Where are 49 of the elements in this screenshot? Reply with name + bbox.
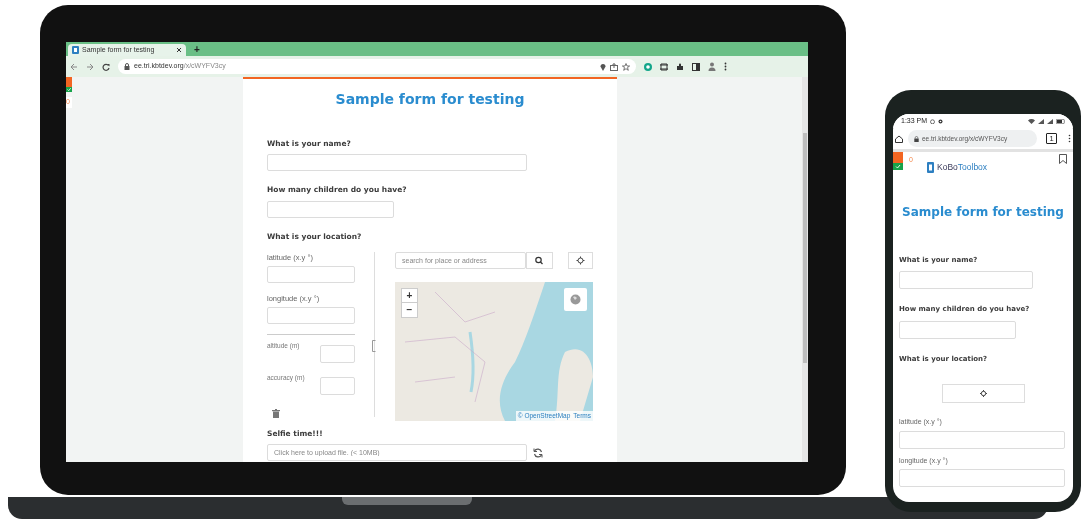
altitude-input[interactable] <box>320 345 355 364</box>
form-title: Sample form for testing <box>334 90 526 109</box>
forward-arrow-icon[interactable] <box>86 62 94 71</box>
form-title: Sample form for testing <box>901 203 1065 221</box>
number-input[interactable] <box>899 320 1016 339</box>
accuracy-input[interactable] <box>320 377 355 396</box>
gear-icon <box>938 118 944 124</box>
latitude-input[interactable] <box>899 430 1065 449</box>
number-input[interactable] <box>267 200 394 218</box>
home-icon[interactable] <box>895 134 903 143</box>
refresh-icon[interactable] <box>533 447 543 458</box>
longitude-input[interactable] <box>899 469 1065 488</box>
trash-icon[interactable] <box>272 409 280 419</box>
toolbar-badge-tile <box>66 77 72 87</box>
logo-icon <box>927 161 934 173</box>
page-icon <box>72 46 79 54</box>
bookmark-icon[interactable] <box>1059 154 1067 164</box>
longitude-input[interactable] <box>267 307 355 325</box>
scrollbar-thumb[interactable] <box>803 133 807 363</box>
check-icon <box>66 87 72 92</box>
toolbar-badge-tile <box>893 152 903 163</box>
battery-icon <box>1056 118 1065 124</box>
latitude-input[interactable] <box>267 266 355 283</box>
text-input[interactable] <box>899 271 1033 290</box>
share-icon[interactable] <box>610 62 618 71</box>
frame-icon[interactable] <box>660 62 668 71</box>
extension-circle-icon[interactable] <box>644 62 652 71</box>
star-icon[interactable] <box>622 62 630 71</box>
back-arrow-icon[interactable] <box>70 62 78 71</box>
new-tab-button[interactable]: + <box>194 44 200 56</box>
map-pin-icon[interactable] <box>600 62 606 71</box>
search-icon[interactable] <box>526 251 553 269</box>
text-input[interactable] <box>267 154 527 172</box>
sidebar-icon[interactable] <box>692 62 700 71</box>
logo-text: KoBoToolbox <box>937 161 988 174</box>
alarm-icon <box>930 118 936 124</box>
close-icon[interactable] <box>176 47 182 53</box>
menu-icon[interactable] <box>724 62 727 71</box>
profile-avatar-icon[interactable] <box>708 62 716 71</box>
lock-icon <box>124 63 130 70</box>
crosshair-icon[interactable] <box>568 251 593 269</box>
zoom-out-button[interactable]: − <box>402 302 417 317</box>
puzzle-icon[interactable] <box>676 62 684 71</box>
wifi-icon <box>1028 118 1035 124</box>
lock-icon <box>914 135 919 142</box>
bracket-mark-icon <box>372 339 376 352</box>
zoom-in-button[interactable]: + <box>402 288 417 303</box>
globe-icon[interactable] <box>564 287 587 311</box>
reload-icon[interactable] <box>102 62 110 71</box>
